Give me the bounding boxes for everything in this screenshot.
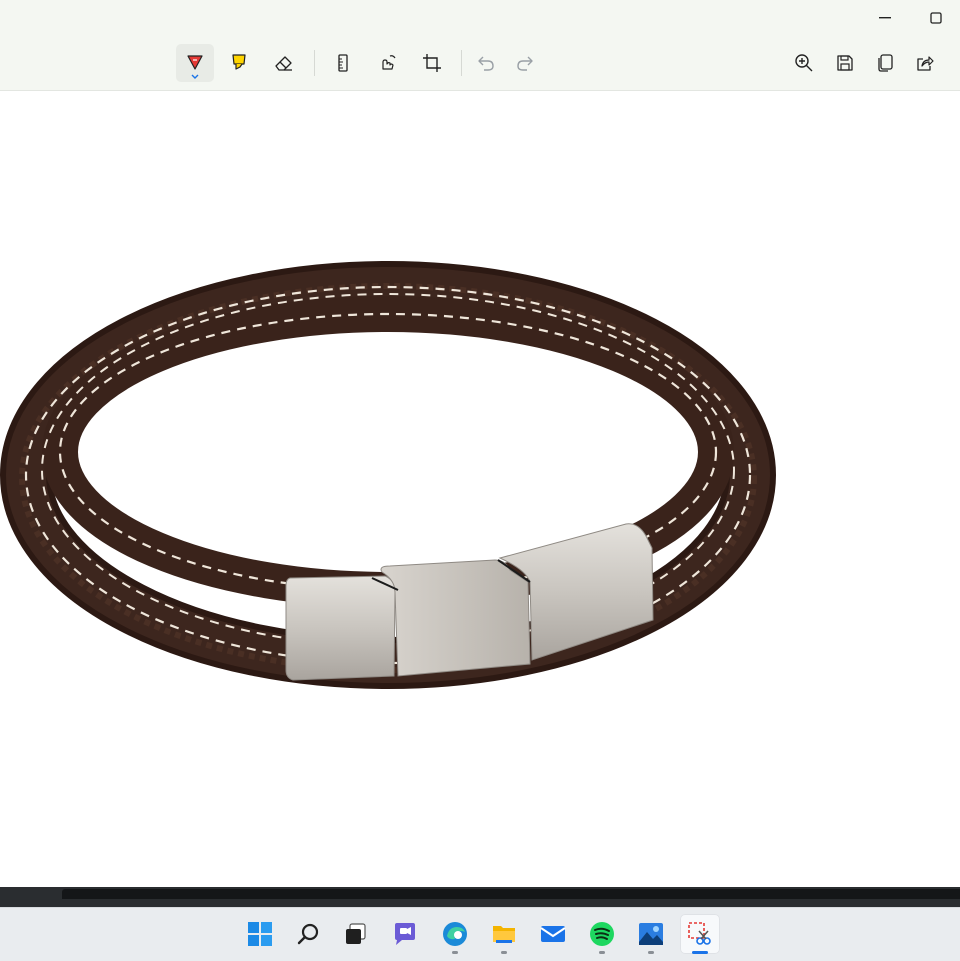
minimize-button[interactable]: [872, 8, 898, 28]
minimize-icon: [879, 17, 891, 19]
share-button[interactable]: [906, 44, 944, 82]
snipping-tool-button[interactable]: [680, 914, 720, 954]
chevron-down-icon[interactable]: [191, 74, 199, 79]
chat-button[interactable]: [385, 914, 425, 954]
zoom-button[interactable]: [785, 44, 823, 82]
pen-icon: [187, 55, 203, 70]
windows-start-icon: [248, 922, 272, 946]
edge-icon: [443, 922, 467, 946]
window-edge: [0, 887, 960, 907]
save-button[interactable]: [826, 44, 864, 82]
redo-button[interactable]: [506, 44, 544, 82]
redo-icon: [517, 56, 533, 71]
ruler-icon: [338, 54, 348, 72]
photos-icon: [639, 923, 663, 945]
app-toolbar: [0, 0, 960, 91]
undo-icon: [478, 56, 494, 71]
touch-writing-button[interactable]: [369, 44, 407, 82]
highlighter-button[interactable]: [220, 44, 258, 82]
maximize-button[interactable]: [923, 8, 949, 28]
toolbar-separator: [461, 50, 462, 76]
maximize-icon: [930, 12, 942, 24]
share-icon: [917, 56, 934, 71]
crop-button[interactable]: [413, 44, 451, 82]
toolbar-separator: [314, 50, 315, 76]
copy-button[interactable]: [866, 44, 904, 82]
touch-writing-icon: [382, 55, 396, 70]
edge-button[interactable]: [435, 914, 475, 954]
start-button[interactable]: [240, 914, 280, 954]
task-view-button[interactable]: [336, 914, 376, 954]
mail-icon: [540, 926, 566, 942]
eraser-icon: [275, 56, 292, 71]
taskbar: [0, 907, 960, 961]
copy-icon: [878, 54, 893, 72]
eraser-button[interactable]: [265, 44, 303, 82]
spotify-icon: [590, 922, 614, 946]
undo-button[interactable]: [467, 44, 505, 82]
save-icon: [837, 55, 853, 71]
snipping-tool-icon: [688, 922, 711, 945]
ballpoint-pen-button[interactable]: [176, 44, 214, 82]
file-explorer-button[interactable]: [484, 914, 524, 954]
highlighter-icon: [232, 54, 246, 70]
task-view-icon: [346, 923, 366, 944]
spotify-button[interactable]: [582, 914, 622, 954]
photos-button[interactable]: [631, 914, 671, 954]
teams-chat-icon: [395, 923, 415, 945]
zoom-in-icon: [795, 54, 813, 72]
ruler-button[interactable]: [324, 44, 362, 82]
bracelet-image: [0, 261, 776, 689]
mail-button[interactable]: [533, 914, 573, 954]
search-icon: [297, 923, 319, 945]
file-explorer-icon: [493, 926, 515, 943]
crop-icon: [423, 54, 441, 72]
screenshot-canvas[interactable]: [0, 91, 960, 887]
taskbar-search-button[interactable]: [289, 914, 329, 954]
